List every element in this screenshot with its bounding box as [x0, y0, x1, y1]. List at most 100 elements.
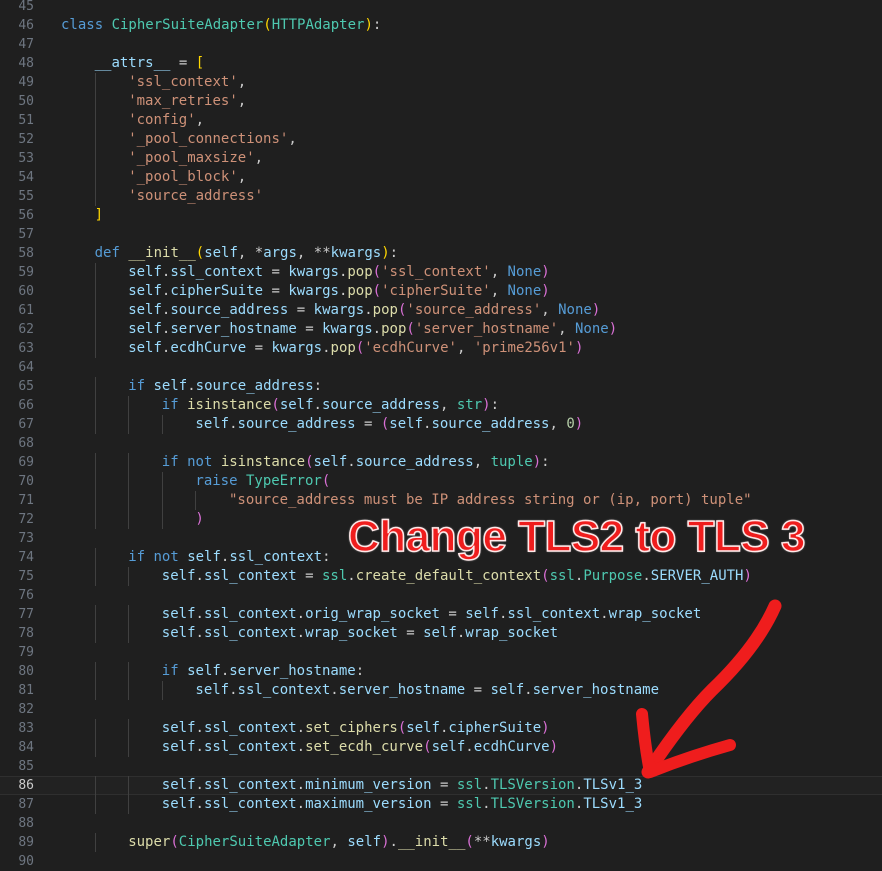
code-line[interactable]: 77 self.ssl_context.orig_wrap_socket = se… [0, 605, 882, 624]
code-token: [ [195, 55, 205, 71]
line-number: 61 [18, 303, 34, 318]
code-line[interactable]: 61 self.source_address = kwargs.pop('sour… [0, 301, 882, 320]
code-token: ( [372, 283, 382, 299]
code-line[interactable]: 55 'source_address' [0, 187, 882, 206]
code-line[interactable]: 60 self.cipherSuite = kwargs.pop('cipherS… [0, 282, 882, 301]
code-line[interactable]: 75 self.ssl_context = ssl.create_default_… [0, 567, 882, 586]
line-number: 51 [18, 113, 34, 128]
indent-guide [128, 738, 130, 757]
code-line[interactable]: 57 [0, 225, 882, 244]
code-token: . [482, 796, 491, 812]
code-line[interactable]: 78 self.ssl_context.wrap_socket = self.wr… [0, 624, 882, 643]
code-line[interactable]: 90 [0, 852, 882, 871]
code-token: , [490, 264, 508, 280]
code-line[interactable]: 51 'config', [0, 111, 882, 130]
code-token: = [431, 777, 457, 793]
code-line[interactable]: 68 [0, 434, 882, 453]
code-line[interactable]: 50 'max_retries', [0, 92, 882, 111]
code-line[interactable]: 62 self.server_hostname = kwargs.pop('ser… [0, 320, 882, 339]
code-line[interactable]: 80 if self.server_hostname: [0, 662, 882, 681]
code-line[interactable]: 81 self.ssl_context.server_hostname = sel… [0, 681, 882, 700]
code-line[interactable]: 59 self.ssl_context = kwargs.pop('ssl_con… [0, 263, 882, 282]
code-line[interactable]: 66 if isinstance(self.source_address, str… [0, 396, 882, 415]
code-line[interactable]: 56] [0, 206, 882, 225]
code-line[interactable]: 82 [0, 700, 882, 719]
code-text: class CipherSuiteAdapter(HTTPAdapter): [61, 16, 381, 35]
code-token: ( [321, 473, 331, 489]
code-line[interactable]: 58 def __init__(self, *args, **kwargs): [0, 244, 882, 263]
code-line[interactable]: 54 '_pool_block', [0, 168, 882, 187]
code-token: ssl_context [203, 777, 297, 793]
code-line[interactable]: 63 self.ecdhCurve = kwargs.pop('ecdhCurve… [0, 339, 882, 358]
code-line[interactable]: 79 [0, 643, 882, 662]
code-token: args [263, 245, 297, 261]
code-token: . [322, 340, 331, 356]
code-line[interactable]: 48 __attrs__ = [ [0, 54, 882, 73]
code-text: if isinstance(self.source_address, str): [162, 396, 499, 415]
code-text: '_pool_maxsize', [128, 149, 263, 168]
code-line[interactable]: 89 super(CipherSuiteAdapter, self).__init… [0, 833, 882, 852]
code-token: ) [364, 17, 373, 33]
code-token: source_address [431, 416, 550, 432]
code-token: ** [473, 834, 491, 850]
indent-guide [94, 453, 96, 472]
code-token: , [195, 112, 205, 128]
code-line[interactable]: 65 if self.source_address: [0, 377, 882, 396]
line-number: 72 [18, 512, 34, 527]
indent-guide [94, 130, 96, 149]
code-token: 'prime256v1' [473, 340, 575, 356]
code-text: self.ssl_context.set_ciphers(self.cipher… [162, 719, 550, 738]
code-line[interactable]: 45 [0, 0, 882, 16]
line-number: 76 [18, 588, 34, 603]
code-token: . [330, 682, 339, 698]
code-token: = [170, 55, 196, 71]
code-token: ( [397, 720, 407, 736]
code-line[interactable]: 52 '_pool_connections', [0, 130, 882, 149]
indent-guide [94, 415, 96, 434]
code-line[interactable]: 67 self.source_address = (self.source_add… [0, 415, 882, 434]
code-line[interactable]: 86 self.ssl_context.minimum_version = ssl… [0, 776, 882, 795]
code-token: = [246, 340, 272, 356]
code-line[interactable]: 71 "source_address must be IP address str… [0, 491, 882, 510]
code-token: ) [591, 302, 601, 318]
code-token: , [490, 283, 508, 299]
code-line[interactable]: 88 [0, 814, 882, 833]
code-text: ) [195, 510, 203, 529]
code-token: pop [372, 302, 398, 318]
code-token: ) [532, 454, 542, 470]
code-token: ( [263, 17, 272, 33]
indent-guide [94, 92, 96, 111]
code-line[interactable]: 70 raise TypeError( [0, 472, 882, 491]
code-token: = [397, 625, 424, 641]
code-line[interactable]: 69 if not isinstance(self.source_address,… [0, 453, 882, 472]
line-number: 55 [18, 189, 34, 204]
code-token: kwargs [490, 834, 542, 850]
code-line[interactable]: 47 [0, 35, 882, 54]
code-token: ( [465, 834, 474, 850]
code-line[interactable]: 83 self.ssl_context.set_ciphers(self.ciph… [0, 719, 882, 738]
code-token: = [296, 568, 322, 584]
code-line[interactable]: 49 'ssl_context', [0, 73, 882, 92]
code-line[interactable]: 85 [0, 757, 882, 776]
line-number: 53 [18, 151, 34, 166]
code-line[interactable]: 87 self.ssl_context.maximum_version = ssl… [0, 795, 882, 814]
code-line[interactable]: 84 self.ssl_context.set_ecdh_curve(self.e… [0, 738, 882, 757]
code-line[interactable]: 53 '_pool_maxsize', [0, 149, 882, 168]
code-token: self [431, 739, 466, 755]
code-token: kwargs [313, 302, 365, 318]
code-editor[interactable]: 45 46 class CipherSuiteAdapter(HTTPAdapter… [0, 0, 882, 871]
code-token: . [195, 739, 204, 755]
code-text: '_pool_block', [128, 168, 246, 187]
code-line[interactable]: 64 [0, 358, 882, 377]
code-line[interactable]: 46 class CipherSuiteAdapter(HTTPAdapter): [0, 16, 882, 35]
code-token: server_hostname [229, 663, 356, 679]
line-number: 58 [18, 246, 34, 261]
code-token: ssl [456, 796, 483, 812]
code-token: . [347, 568, 356, 584]
code-text: self.source_address = (self.source_addre… [195, 415, 583, 434]
code-token: self [195, 416, 230, 432]
code-line[interactable]: 76 [0, 586, 882, 605]
code-token: = [465, 682, 491, 698]
code-token: ) [574, 340, 584, 356]
indent-guide [195, 491, 197, 510]
